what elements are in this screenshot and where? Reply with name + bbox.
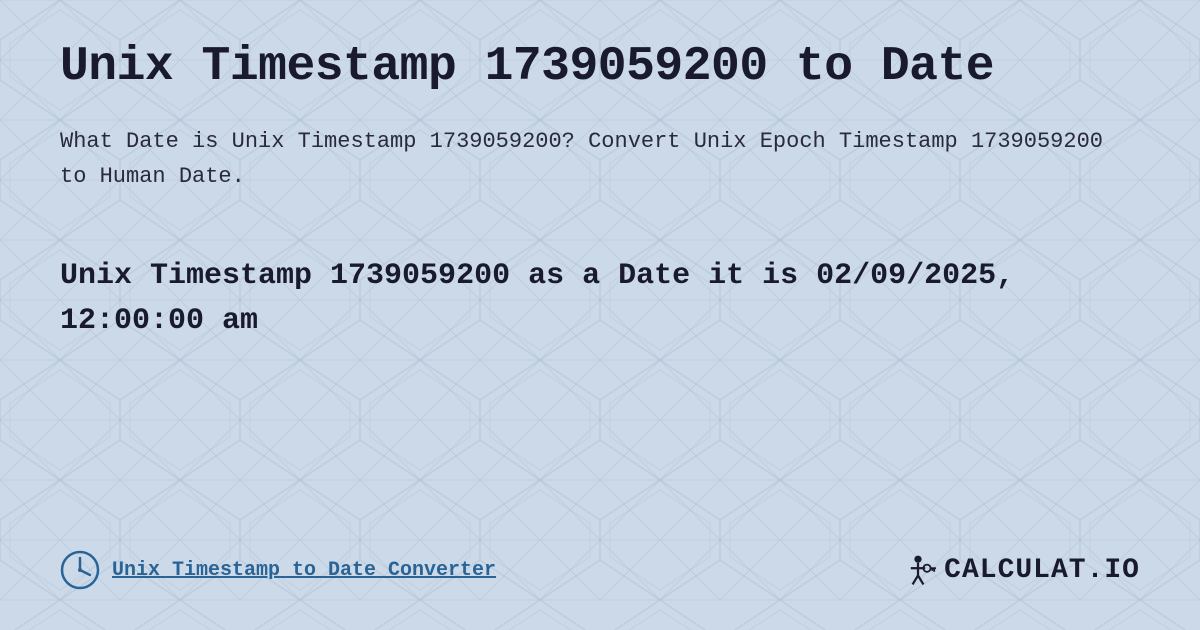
page-title: Unix Timestamp 1739059200 to Date: [60, 40, 1140, 94]
footer-link[interactable]: Unix Timestamp to Date Converter: [60, 550, 496, 590]
page-description: What Date is Unix Timestamp 1739059200? …: [60, 124, 1140, 194]
logo-text: CALCULAT.IO: [944, 555, 1140, 586]
footer-link-text: Unix Timestamp to Date Converter: [112, 559, 496, 582]
calculatio-icon: [900, 552, 936, 588]
logo: CALCULAT.IO: [900, 552, 1140, 588]
result-text: Unix Timestamp 1739059200 as a Date it i…: [60, 254, 1140, 344]
clock-icon: [60, 550, 100, 590]
